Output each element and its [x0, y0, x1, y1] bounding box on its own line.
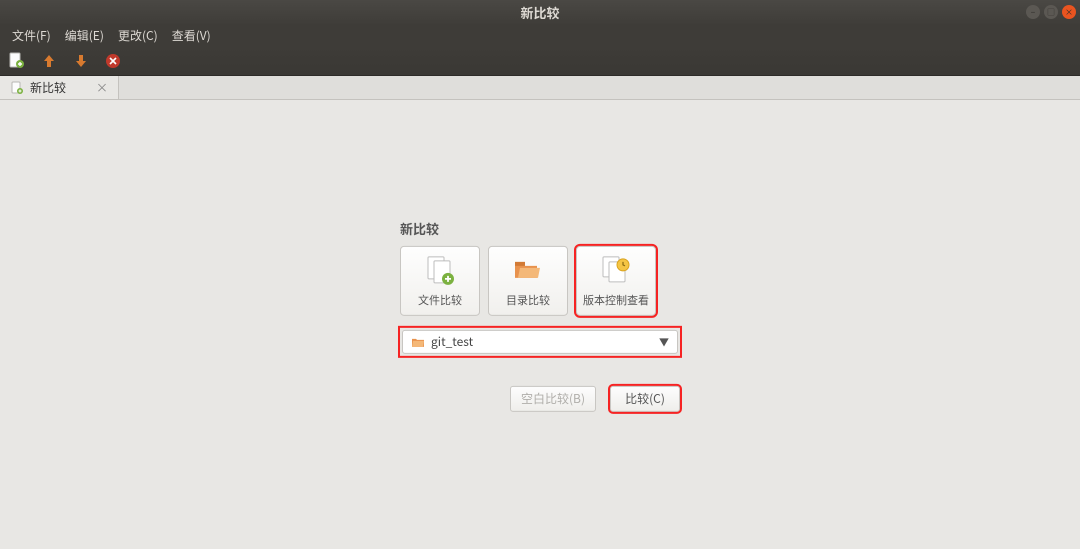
folder-selector-value: git_test — [431, 333, 473, 350]
vcs-view-button[interactable]: 版本控制查看 — [576, 245, 656, 315]
maximize-button[interactable]: □ — [1044, 5, 1058, 19]
file-compare-icon — [424, 253, 456, 285]
new-compare-panel: 新比较 文件比较 — [400, 218, 680, 411]
tabstrip: 新比较 × — [0, 76, 1080, 100]
arrow-down-icon[interactable] — [72, 52, 90, 70]
close-button[interactable]: × — [1062, 5, 1076, 19]
menu-view[interactable]: 查看(V) — [166, 25, 217, 46]
menubar: 文件(F) 编辑(E) 更改(C) 查看(V) — [0, 24, 1080, 46]
workspace: 新比较 文件比较 — [0, 100, 1080, 549]
arrow-up-icon[interactable] — [40, 52, 58, 70]
folder-icon — [411, 334, 425, 348]
document-icon — [10, 81, 24, 95]
file-compare-button[interactable]: 文件比较 — [400, 245, 480, 315]
action-row: 空白比较(B) 比较(C) — [400, 385, 680, 411]
window-title: 新比较 — [520, 3, 559, 22]
tab-label: 新比较 — [30, 79, 66, 96]
folder-selector[interactable]: git_test ▼ — [402, 329, 678, 353]
dir-compare-label: 目录比较 — [506, 291, 550, 307]
new-compare-icon[interactable] — [8, 52, 26, 70]
panel-heading: 新比较 — [400, 218, 680, 237]
stop-icon[interactable] — [104, 52, 122, 70]
compare-button[interactable]: 比较(C) — [610, 385, 680, 411]
menu-change[interactable]: 更改(C) — [112, 25, 164, 46]
folder-selector-region: git_test ▼ — [400, 327, 680, 355]
toolbar — [0, 46, 1080, 76]
menu-file[interactable]: 文件(F) — [6, 25, 57, 46]
dir-compare-button[interactable]: 目录比较 — [488, 245, 568, 315]
tab-close-icon[interactable]: × — [72, 79, 108, 96]
minimize-button[interactable]: − — [1026, 5, 1040, 19]
vcs-view-icon — [600, 253, 632, 285]
window-titlebar: 新比较 − □ × — [0, 0, 1080, 24]
file-compare-label: 文件比较 — [418, 291, 462, 307]
tab-new-compare[interactable]: 新比较 × — [0, 76, 119, 99]
folder-compare-icon — [512, 253, 544, 285]
compare-type-group: 文件比较 目录比较 — [400, 245, 680, 315]
compare-label: 比较(C) — [625, 390, 665, 407]
blank-compare-button[interactable]: 空白比较(B) — [510, 385, 596, 411]
vcs-view-label: 版本控制查看 — [583, 291, 649, 307]
chevron-down-icon: ▼ — [659, 334, 669, 349]
menu-edit[interactable]: 编辑(E) — [59, 25, 110, 46]
window-controls: − □ × — [1026, 5, 1076, 19]
blank-compare-label: 空白比较(B) — [521, 390, 585, 407]
